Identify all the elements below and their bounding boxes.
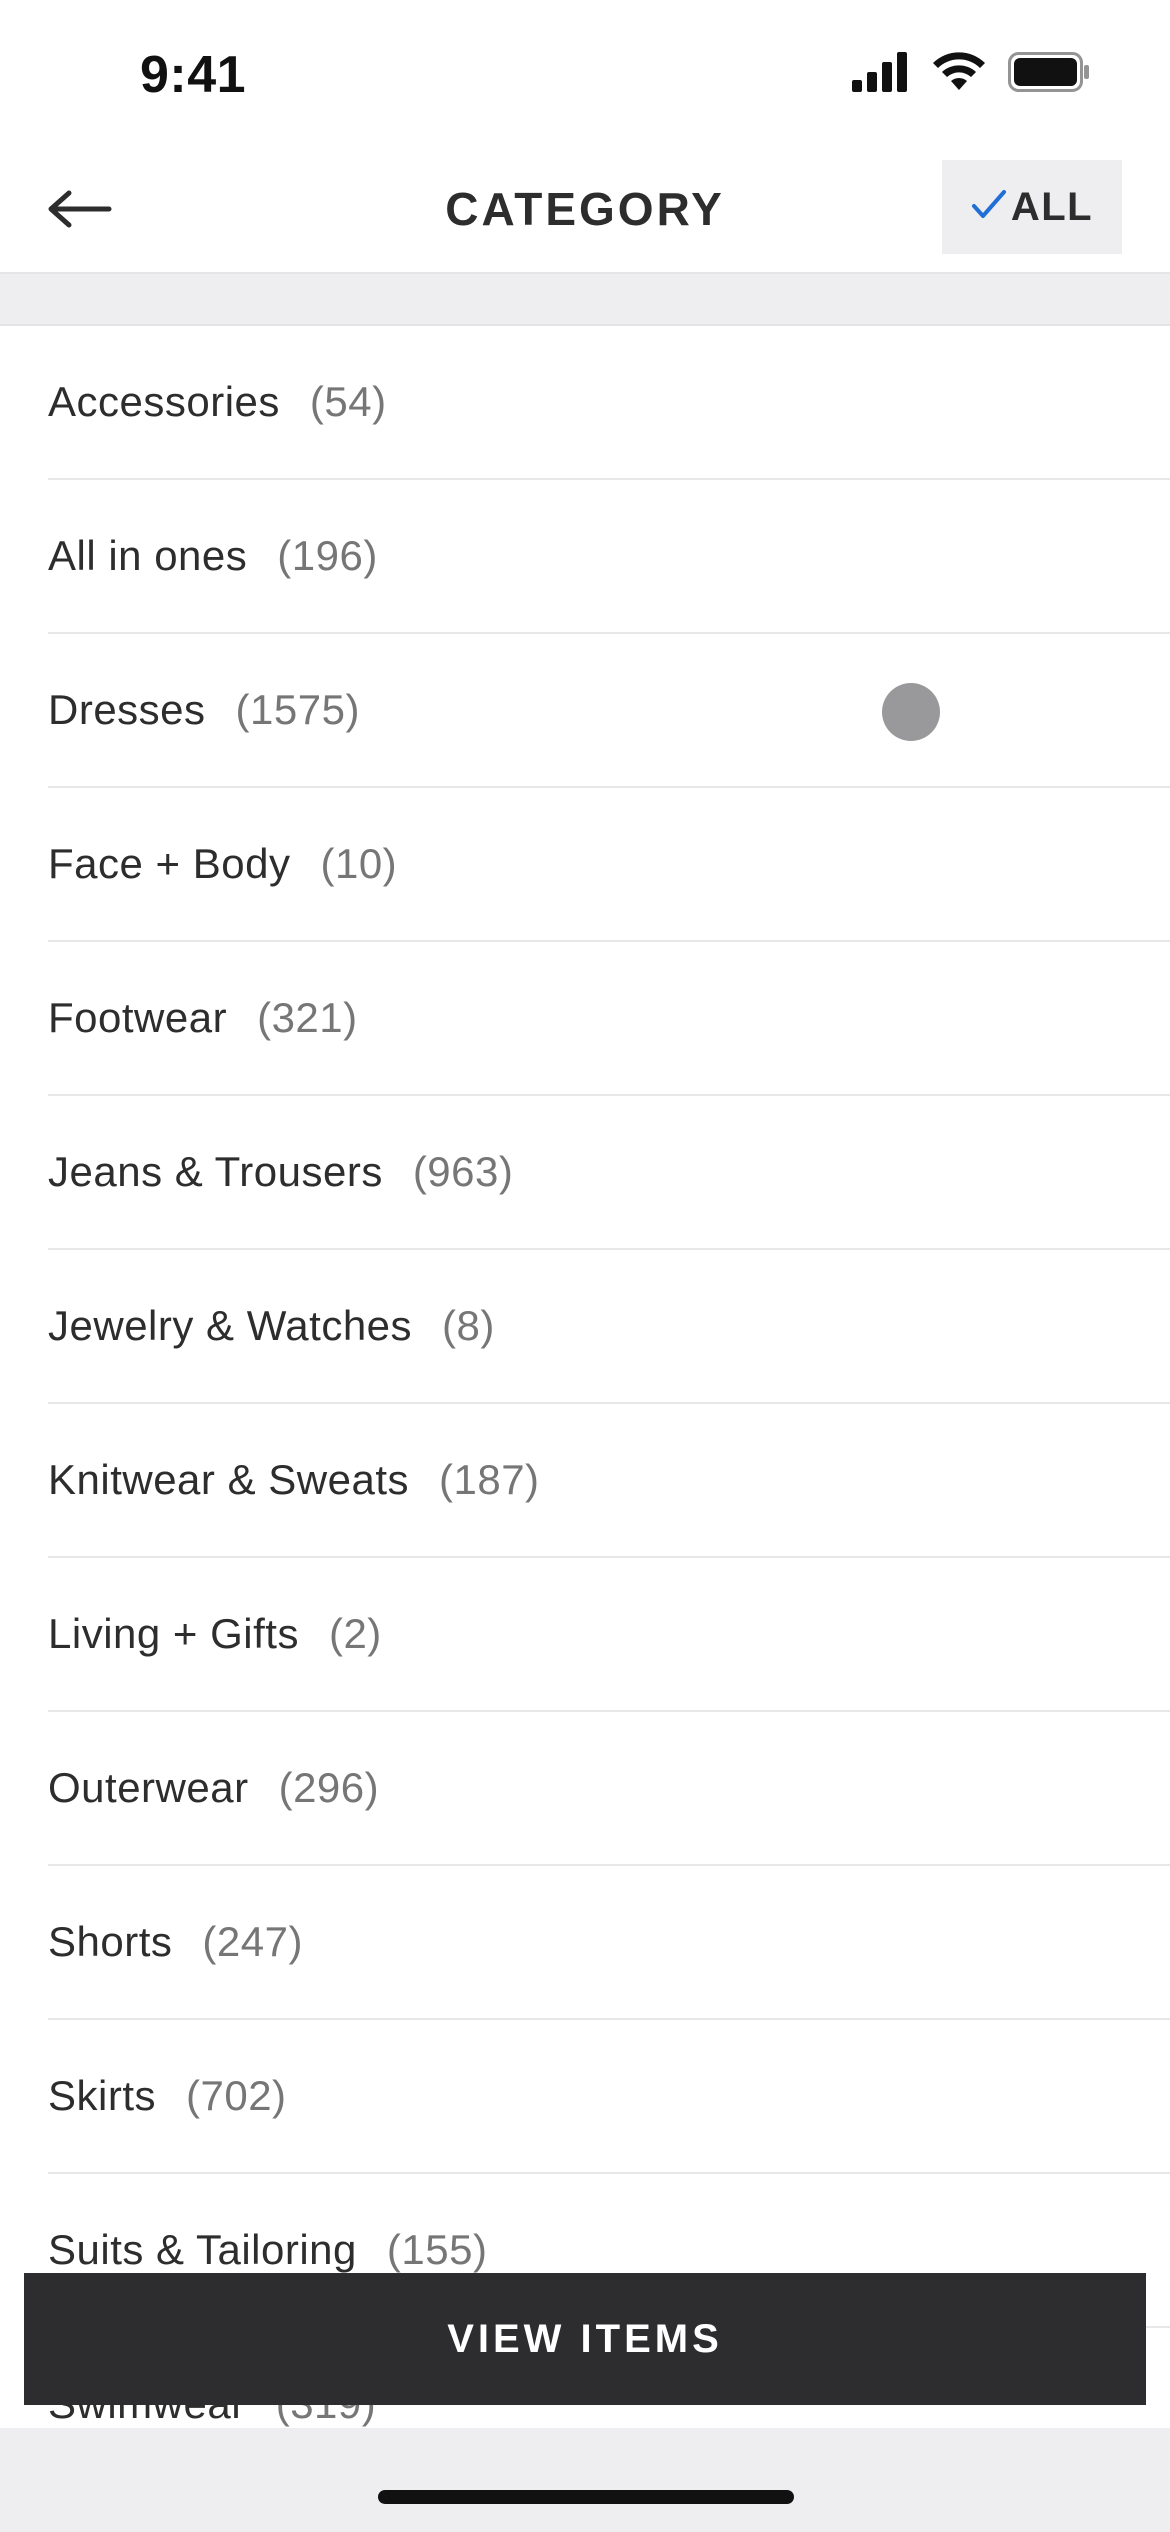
- view-items-button[interactable]: VIEW ITEMS: [24, 2273, 1146, 2405]
- status-bar: 9:41: [0, 0, 1170, 150]
- checkmark-icon: [971, 188, 1007, 227]
- header: CATEGORY ALL: [0, 150, 1170, 274]
- category-item-jeans-trousers[interactable]: Jeans & Trousers (963): [48, 1096, 1170, 1250]
- category-name: Jewelry & Watches: [48, 1302, 413, 1349]
- category-item-footwear[interactable]: Footwear (321): [48, 942, 1170, 1096]
- category-name: Knitwear & Sweats: [48, 1456, 409, 1503]
- category-name: Face + Body: [48, 840, 291, 887]
- category-item-outerwear[interactable]: Outerwear (296): [48, 1712, 1170, 1866]
- category-count: (963): [412, 1148, 514, 1195]
- category-item-shorts[interactable]: Shorts (247): [48, 1866, 1170, 2020]
- category-item-skirts[interactable]: Skirts (702): [48, 2020, 1170, 2174]
- category-name: Shorts: [48, 1918, 173, 1965]
- category-count: (2): [328, 1610, 382, 1657]
- status-icons: [852, 52, 1090, 97]
- view-items-label: VIEW ITEMS: [447, 2316, 723, 2361]
- category-item-face-body[interactable]: Face + Body (10): [48, 788, 1170, 942]
- footer-background: [0, 2428, 1170, 2532]
- cellular-signal-icon: [852, 52, 910, 97]
- category-name: Jeans & Trousers: [48, 1148, 383, 1195]
- category-name: Accessories: [48, 378, 280, 425]
- status-time: 9:41: [140, 46, 247, 104]
- category-item-jewelry-watches[interactable]: Jewelry & Watches (8): [48, 1250, 1170, 1404]
- category-name: Living + Gifts: [48, 1610, 299, 1657]
- category-item-knitwear-sweats[interactable]: Knitwear & Sweats (187): [48, 1404, 1170, 1558]
- category-count: (296): [278, 1764, 380, 1811]
- category-count: (1575): [235, 686, 360, 733]
- select-all-button[interactable]: ALL: [942, 160, 1122, 254]
- category-item-living-gifts[interactable]: Living + Gifts (2): [48, 1558, 1170, 1712]
- category-name: Outerwear: [48, 1764, 249, 1811]
- category-item-dresses[interactable]: Dresses (1575): [48, 634, 1170, 788]
- home-indicator[interactable]: [378, 2490, 794, 2504]
- screen: 9:41 CATEGORY ALL Accessories (54) All i…: [0, 0, 1170, 2532]
- category-item-accessories[interactable]: Accessories (54): [48, 326, 1170, 480]
- category-name: Footwear: [48, 994, 228, 1041]
- select-all-label: ALL: [1010, 184, 1094, 229]
- section-divider: [0, 274, 1170, 326]
- category-name: Skirts: [48, 2072, 156, 2119]
- category-count: (10): [320, 840, 398, 887]
- category-name: Suits & Tailoring: [48, 2226, 357, 2273]
- category-name: All in ones: [48, 532, 248, 579]
- wifi-icon: [932, 52, 986, 97]
- category-count: (247): [202, 1918, 303, 1965]
- category-item-all-in-ones[interactable]: All in ones (196): [48, 480, 1170, 634]
- battery-icon: [1008, 52, 1090, 97]
- category-count: (321): [257, 994, 358, 1041]
- category-count: (8): [442, 1302, 495, 1349]
- category-count: (196): [277, 532, 378, 579]
- category-count: (187): [439, 1456, 540, 1503]
- category-count: (155): [386, 2226, 488, 2273]
- category-list: Accessories (54) All in ones (196) Dress…: [0, 326, 1170, 2482]
- touch-indicator: [882, 683, 940, 741]
- category-count: (702): [186, 2072, 287, 2119]
- category-name: Dresses: [48, 686, 206, 733]
- category-count: (54): [309, 378, 387, 425]
